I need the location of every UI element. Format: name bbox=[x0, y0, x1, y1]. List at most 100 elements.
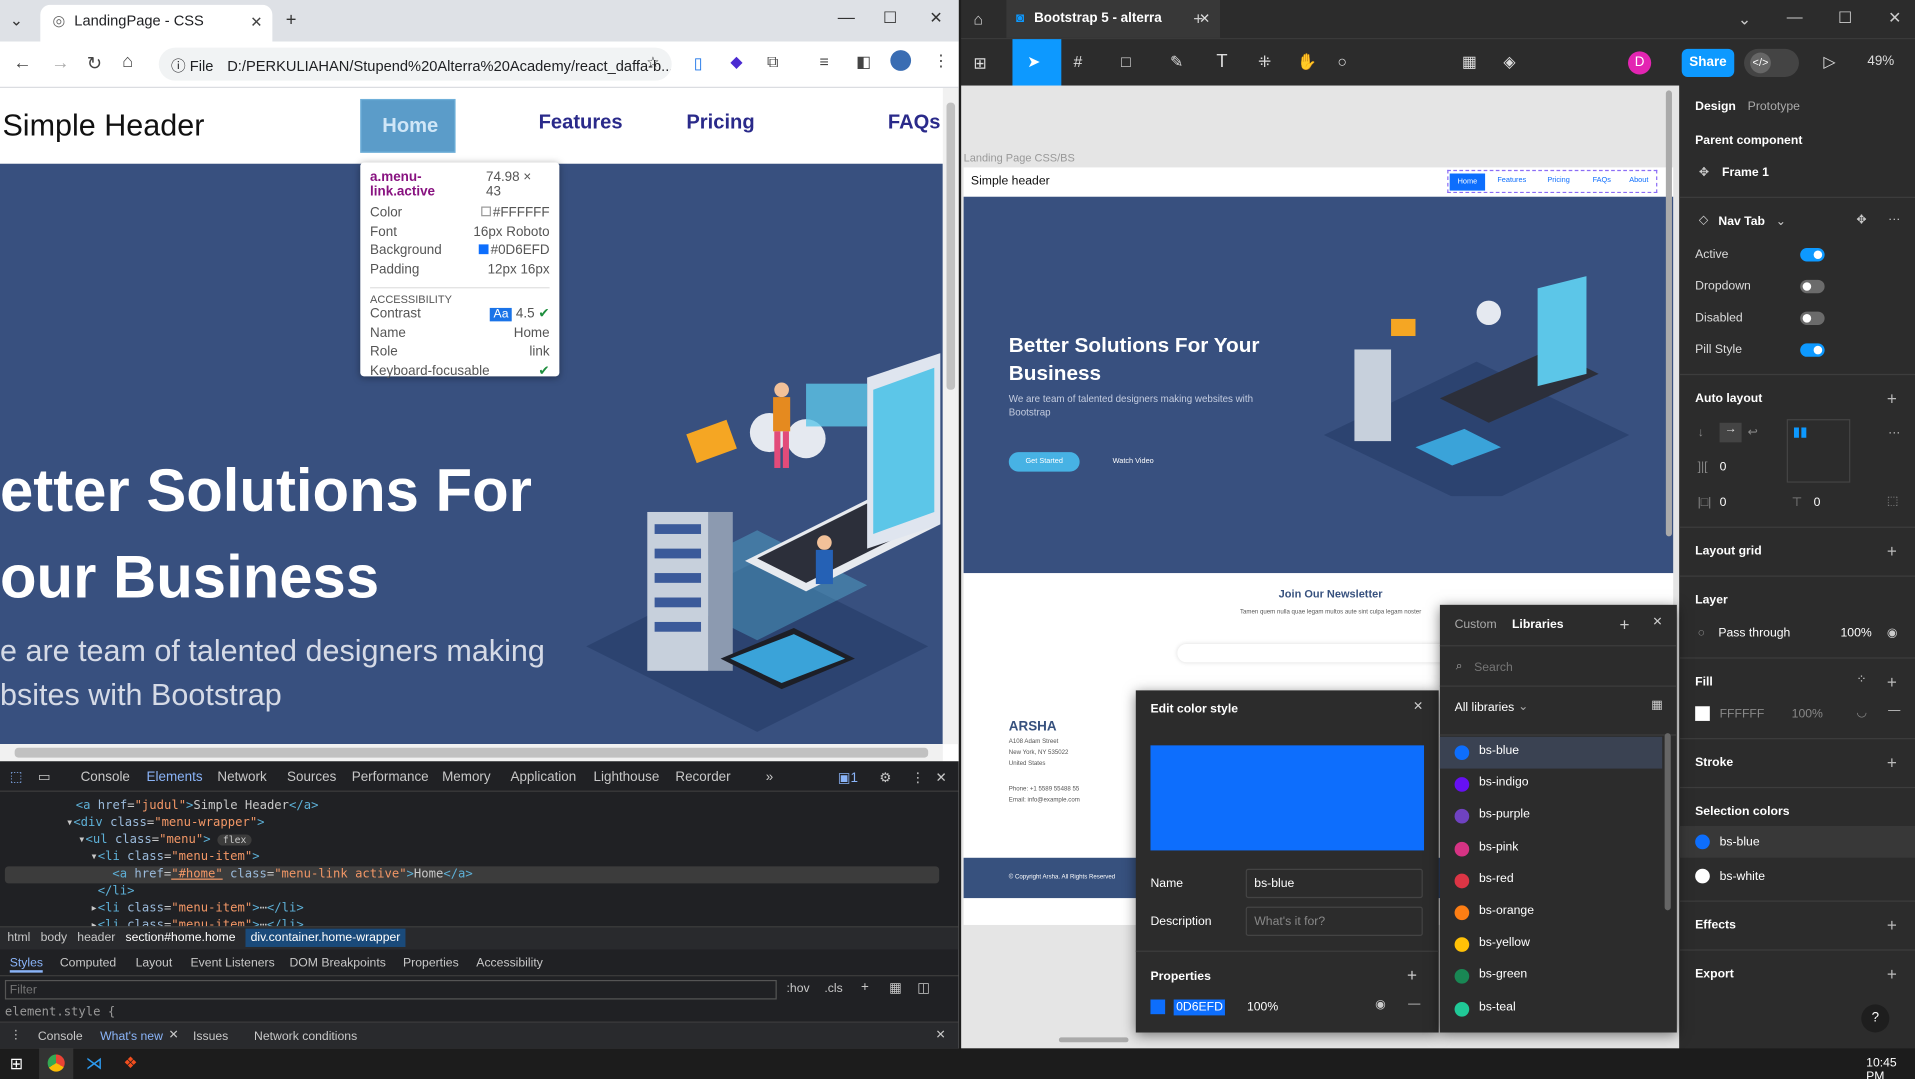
figma-new-tab-icon[interactable]: + bbox=[1193, 9, 1203, 29]
ecs-remove-icon[interactable]: — bbox=[1408, 997, 1420, 1010]
ecs-add-property-icon[interactable]: + bbox=[1407, 965, 1417, 985]
mock-nav-home[interactable]: Home bbox=[1449, 173, 1486, 191]
dom-node[interactable]: ▾<ul class="menu"> flex bbox=[78, 833, 252, 847]
subtab-styles[interactable]: Styles bbox=[9, 957, 44, 973]
devtools-tab-application[interactable]: Application bbox=[511, 770, 577, 785]
dev-mode-toggle[interactable]: </> bbox=[1744, 48, 1799, 77]
blend-mode-select[interactable]: Pass through bbox=[1718, 627, 1790, 640]
address-bar[interactable]: ⓘ File D:/PERKULIAHAN/Stupend%20Alterra%… bbox=[158, 47, 672, 81]
prop-pill-toggle[interactable] bbox=[1800, 343, 1825, 357]
fill-remove-icon[interactable]: — bbox=[1888, 704, 1900, 717]
fill-swatch[interactable] bbox=[1695, 706, 1710, 721]
device-toolbar-icon[interactable]: ▭ bbox=[38, 769, 51, 785]
settings-gear-icon[interactable]: ⚙ bbox=[879, 770, 891, 786]
nav-home-highlight[interactable]: Home bbox=[360, 98, 456, 153]
individual-padding-icon[interactable]: ⬚ bbox=[1887, 495, 1899, 508]
libs-filter-chevron-icon[interactable]: ⌄ bbox=[1518, 700, 1528, 713]
padding-h-value[interactable]: 0 bbox=[1720, 496, 1727, 509]
alignment-box[interactable]: ▮▮ bbox=[1786, 419, 1851, 483]
frame-tool-icon[interactable]: # bbox=[1074, 53, 1083, 71]
resources-icon[interactable]: ⁜ bbox=[1258, 53, 1271, 73]
direction-down-icon[interactable]: ↓ bbox=[1698, 426, 1704, 439]
selection-color-name[interactable]: bs-white bbox=[1720, 870, 1765, 883]
subtab-event-listeners[interactable]: Event Listeners bbox=[191, 957, 275, 970]
export-add-icon[interactable]: + bbox=[1887, 964, 1897, 984]
vertical-scroll-thumb[interactable] bbox=[946, 102, 956, 390]
extension-doc-icon[interactable]: ▯ bbox=[694, 54, 703, 74]
mock-newsletter-input[interactable] bbox=[1177, 643, 1459, 663]
dom-node[interactable]: <a href="judul">Simple Header</a> bbox=[76, 799, 319, 812]
ecs-hex-input[interactable]: 0D6EFD bbox=[1173, 999, 1226, 1016]
dom-node[interactable]: ▸<li class="menu-item">⋯</li> bbox=[90, 902, 303, 915]
auto-layout-add-icon[interactable]: + bbox=[1887, 389, 1897, 409]
prop-disabled-toggle[interactable] bbox=[1800, 311, 1825, 326]
browser-tab[interactable]: ◎ LandingPage - CSS ✕ bbox=[40, 4, 273, 42]
color-dot-white[interactable] bbox=[1695, 868, 1710, 884]
shape-tool-icon[interactable]: □ bbox=[1121, 53, 1131, 71]
subtab-computed[interactable]: Computed bbox=[60, 957, 116, 970]
nav-features[interactable]: Features bbox=[539, 111, 623, 134]
padding-v-value[interactable]: 0 bbox=[1814, 496, 1821, 509]
libs-color-item[interactable]: bs-red bbox=[1440, 865, 1662, 897]
libs-color-item[interactable]: bs-indigo bbox=[1440, 769, 1662, 801]
devtools-tab-network[interactable]: Network bbox=[217, 770, 266, 785]
mock-nav-features[interactable]: Features bbox=[1497, 177, 1526, 184]
back-icon[interactable]: ← bbox=[13, 53, 31, 74]
fill-visibility-icon[interactable]: ◡ bbox=[1856, 706, 1867, 719]
drawer-tab-issues[interactable]: Issues bbox=[193, 1030, 228, 1043]
layer-opacity[interactable]: 100% bbox=[1840, 627, 1871, 640]
nav-faqs[interactable]: FAQs bbox=[888, 111, 941, 134]
devtools-menu-icon[interactable]: ⋮ bbox=[911, 770, 924, 786]
drawer-tab-network-conditions[interactable]: Network conditions bbox=[254, 1030, 357, 1043]
effects-add-icon[interactable]: + bbox=[1887, 915, 1897, 935]
ecs-name-input[interactable]: bs-blue bbox=[1245, 868, 1423, 899]
horizontal-scroll-thumb[interactable] bbox=[14, 747, 929, 758]
profile-avatar[interactable] bbox=[890, 50, 912, 71]
tab-close-icon[interactable]: ✕ bbox=[250, 13, 262, 30]
devtools-close-icon[interactable]: ✕ bbox=[936, 770, 947, 786]
main-menu-icon[interactable]: ⊞ bbox=[973, 54, 986, 74]
vscode-icon[interactable]: ⋊ bbox=[85, 1053, 102, 1074]
libs-color-item[interactable]: bs-pink bbox=[1440, 833, 1662, 865]
fill-opacity[interactable]: 100% bbox=[1792, 707, 1823, 720]
devtools-tab-performance[interactable]: Performance bbox=[352, 770, 429, 785]
libs-add-icon[interactable]: + bbox=[1619, 615, 1629, 635]
libs-color-item[interactable]: bs-blue bbox=[1439, 736, 1663, 769]
layout-grid-add-icon[interactable]: + bbox=[1887, 541, 1897, 561]
devtools-tab-recorder[interactable]: Recorder bbox=[675, 770, 730, 785]
libs-tab-libraries[interactable]: Libraries bbox=[1512, 618, 1564, 631]
canvas-scrollbar[interactable] bbox=[1665, 90, 1672, 537]
ecs-color-preview[interactable] bbox=[1150, 745, 1425, 851]
go-to-main-icon[interactable]: ✥ bbox=[1856, 214, 1866, 227]
horizontal-scrollbar[interactable] bbox=[0, 744, 943, 762]
vertical-scrollbar[interactable] bbox=[942, 87, 959, 745]
devtools-tab-console[interactable]: Console bbox=[81, 770, 130, 785]
help-button[interactable]: ? bbox=[1861, 1004, 1890, 1033]
drawer-menu-icon[interactable]: ⋮ bbox=[10, 1029, 22, 1042]
fill-add-icon[interactable]: + bbox=[1887, 672, 1897, 692]
hand-tool-icon[interactable]: ✋ bbox=[1297, 53, 1317, 73]
devtools-tab-lighthouse[interactable]: Lighthouse bbox=[594, 770, 660, 785]
fill-hex[interactable]: FFFFFF bbox=[1720, 707, 1765, 720]
mock-nav-selection[interactable]: Home Features Pricing FAQs About bbox=[1447, 169, 1658, 194]
ecs-opacity[interactable]: 100% bbox=[1247, 1001, 1278, 1014]
mock-watch-video[interactable]: Watch Video bbox=[1113, 458, 1154, 465]
new-tab-icon[interactable]: + bbox=[286, 10, 297, 31]
libs-close-icon[interactable]: ✕ bbox=[1652, 616, 1662, 629]
nav-home[interactable]: Home bbox=[382, 115, 438, 138]
devtools-tab-sources[interactable]: Sources bbox=[287, 770, 336, 785]
sidebar-toggle-icon[interactable]: ◫ bbox=[917, 980, 930, 996]
instance-name[interactable]: Nav Tab bbox=[1718, 215, 1765, 228]
menu-kebab-icon[interactable]: ⋮ bbox=[933, 51, 949, 71]
figma-home-icon[interactable]: ⌂ bbox=[973, 10, 983, 28]
figma-minimize-icon[interactable]: — bbox=[1787, 7, 1803, 25]
share-button[interactable]: Share bbox=[1681, 48, 1735, 77]
instance-chevron-icon[interactable]: ⌄ bbox=[1776, 215, 1786, 228]
ecs-description-input[interactable]: What's it for? bbox=[1245, 906, 1423, 936]
libs-grid-view-icon[interactable]: ▦ bbox=[1651, 699, 1663, 712]
breadcrumb-item[interactable]: section#home.home bbox=[126, 931, 236, 944]
style-grid-icon[interactable]: ⁘ bbox=[1856, 673, 1866, 686]
visibility-eye-icon[interactable]: ◉ bbox=[1887, 627, 1898, 640]
frame-label[interactable]: Landing Page CSS/BS bbox=[964, 152, 1075, 164]
flex-badge[interactable]: flex bbox=[217, 835, 252, 846]
